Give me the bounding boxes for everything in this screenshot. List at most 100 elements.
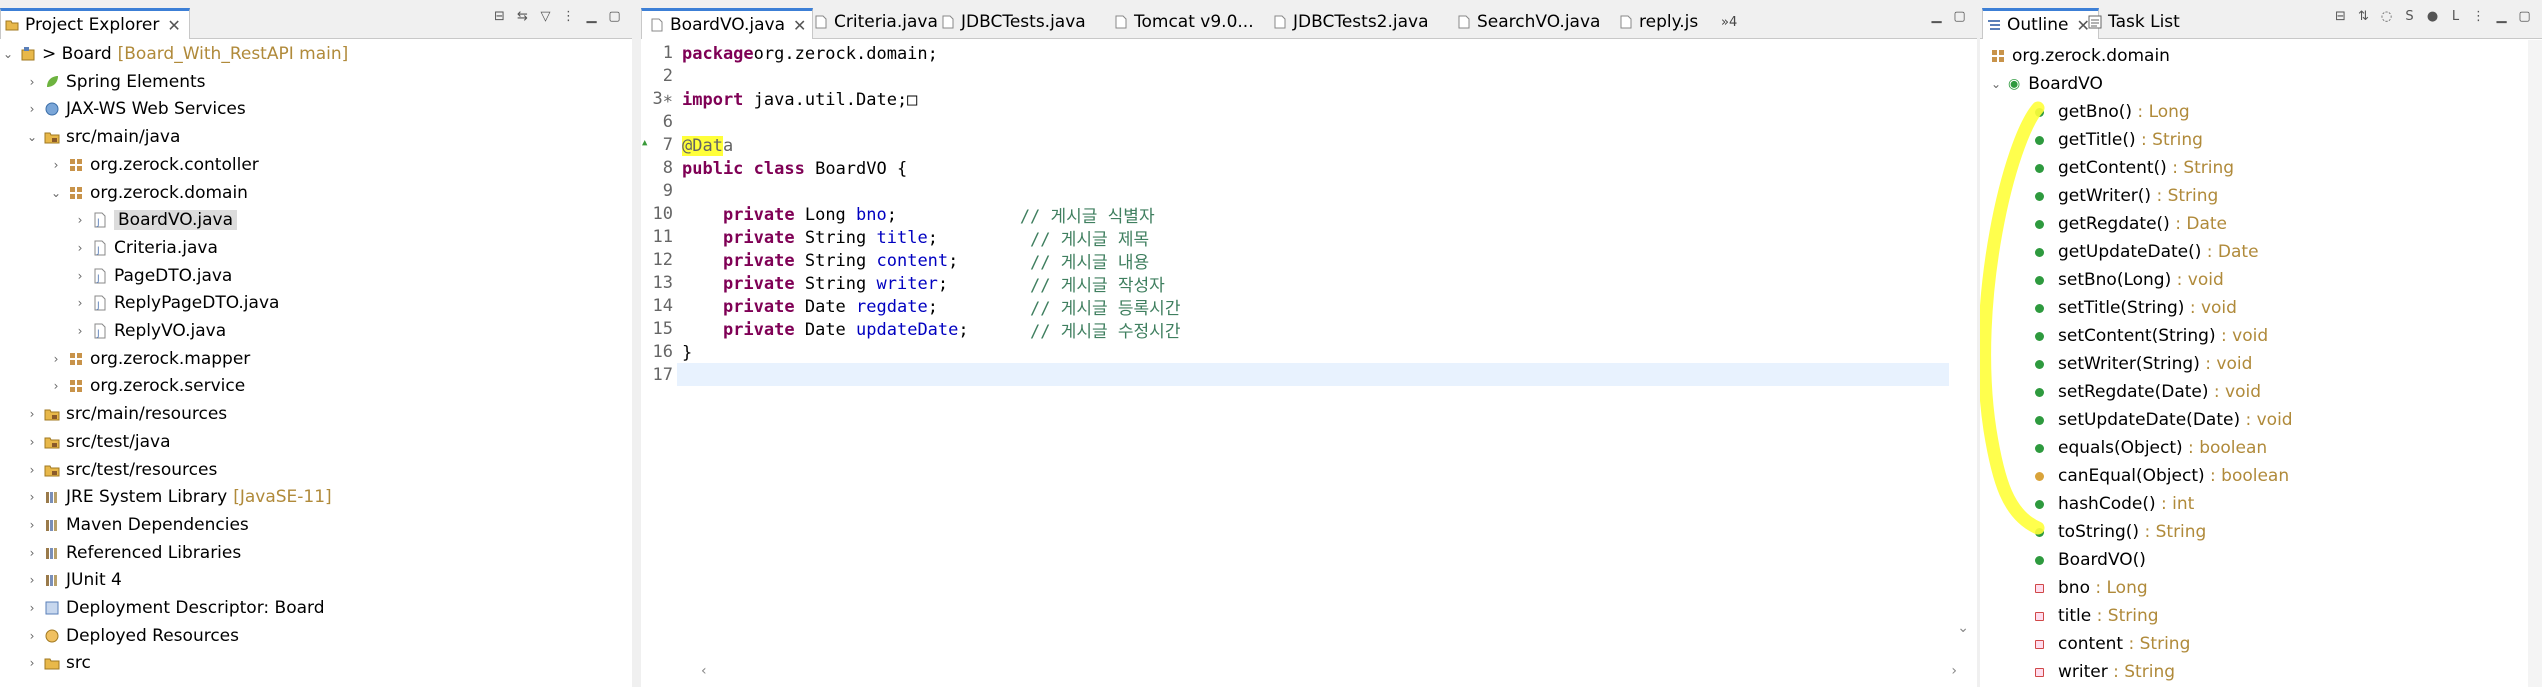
chevron-right-icon[interactable]: › <box>74 213 86 227</box>
minimize-icon[interactable]: ▁ <box>1929 9 1944 24</box>
tree-item[interactable]: ⌄ org.zerock.domain <box>50 179 248 207</box>
hide-fields-icon[interactable]: ◌ <box>2379 9 2394 24</box>
outline-item[interactable]: toString() : String <box>2035 518 2206 546</box>
tree-item[interactable]: ⌄ > Board [Board_With_RestAPI main] <box>2 40 348 68</box>
maximize-icon[interactable]: ▢ <box>2517 9 2532 24</box>
outline-item[interactable]: ⌄ ◉ BoardVO <box>1990 70 2103 98</box>
tree-item[interactable]: › J ReplyPageDTO.java <box>74 289 280 317</box>
link-with-editor-icon[interactable]: ⇆ <box>515 9 530 24</box>
minimize-icon[interactable]: ▁ <box>584 9 599 24</box>
outline-item[interactable]: org.zerock.domain <box>1990 42 2170 70</box>
tree-item[interactable]: › src <box>26 649 91 677</box>
chevron-right-icon[interactable]: › <box>50 352 62 366</box>
editor-tab[interactable]: SearchVO.java <box>1449 8 1606 36</box>
chevron-right-icon[interactable]: › <box>26 435 38 449</box>
tree-item[interactable]: › src/test/resources <box>26 456 218 484</box>
outline-item[interactable]: equals(Object) : boolean <box>2035 434 2267 462</box>
scroll-down-icon[interactable]: ⌄ <box>1957 620 1969 636</box>
tree-item[interactable]: › org.zerock.contoller <box>50 151 259 179</box>
chevron-right-icon[interactable]: › <box>50 379 62 393</box>
horizontal-scrollbar[interactable]: ‹ › <box>701 663 1957 679</box>
editor-tab[interactable]: Tomcat v9.0... <box>1106 8 1260 36</box>
chevron-right-icon[interactable]: › <box>74 324 86 338</box>
outline-item[interactable]: bno : Long <box>2035 574 2148 602</box>
collapse-all-icon[interactable]: ⊟ <box>492 9 507 24</box>
chevron-right-icon[interactable]: › <box>50 158 62 172</box>
tree-item[interactable]: › J BoardVO.java <box>74 206 238 234</box>
outline-item[interactable]: title : String <box>2035 602 2159 630</box>
outline-item[interactable]: getRegdate() : Date <box>2035 210 2227 238</box>
chevron-right-icon[interactable]: › <box>74 269 86 283</box>
outline-item[interactable]: setWriter(String) : void <box>2035 350 2252 378</box>
outline-item[interactable]: setContent(String) : void <box>2035 322 2268 350</box>
tree-item[interactable]: › J ReplyVO.java <box>74 317 227 345</box>
chevron-right-icon[interactable]: › <box>26 656 38 670</box>
view-menu-icon[interactable]: ⋮ <box>2471 9 2486 24</box>
outline-item[interactable]: setRegdate(Date) : void <box>2035 378 2261 406</box>
chevron-right-icon[interactable]: › <box>74 241 86 255</box>
chevron-right-icon[interactable]: › <box>26 75 38 89</box>
collapse-all-icon[interactable]: ⊟ <box>2333 9 2348 24</box>
tree-item[interactable]: › src/main/resources <box>26 400 228 428</box>
close-icon[interactable]: ✕ <box>167 16 180 35</box>
close-icon[interactable]: ✕ <box>793 16 806 35</box>
outline-item[interactable]: hashCode() : int <box>2035 490 2194 518</box>
hide-local-types-icon[interactable]: L <box>2448 9 2463 24</box>
tree-item[interactable]: › J Criteria.java <box>74 234 218 262</box>
chevron-right-icon[interactable]: › <box>26 407 38 421</box>
chevron-right-icon[interactable]: › <box>26 573 38 587</box>
tree-item[interactable]: › JUnit 4 <box>26 566 122 594</box>
tree-item[interactable]: › JRE System Library [JavaSE-11] <box>26 483 332 511</box>
outline-vertical-scrollbar[interactable] <box>2528 40 2542 687</box>
chevron-right-icon[interactable]: › <box>26 490 38 504</box>
chevron-right-icon[interactable]: › <box>26 518 38 532</box>
chevron-down-icon[interactable]: ⌄ <box>26 130 38 144</box>
tree-item[interactable]: › J PageDTO.java <box>74 262 233 290</box>
outline-item[interactable]: BoardVO() <box>2035 546 2146 574</box>
editor-tab[interactable]: JDBCTests2.java <box>1265 8 1435 36</box>
outline-item[interactable]: getWriter() : String <box>2035 182 2218 210</box>
outline-item[interactable]: canEqual(Object) : boolean <box>2035 462 2289 490</box>
editor-tab[interactable]: reply.js <box>1611 8 1704 36</box>
tree-item[interactable]: ⌄ src/main/java <box>26 123 180 151</box>
chevron-right-icon[interactable]: › <box>26 463 38 477</box>
maximize-icon[interactable]: ▢ <box>607 9 622 24</box>
tree-item[interactable]: › JAX-WS Web Services <box>26 95 246 123</box>
maximize-icon[interactable]: ▢ <box>1952 9 1967 24</box>
chevron-right-icon[interactable]: › <box>74 296 86 310</box>
outline-item[interactable]: setUpdateDate(Date) : void <box>2035 406 2293 434</box>
outline-item[interactable]: getTitle() : String <box>2035 126 2203 154</box>
outline-item[interactable]: setTitle(String) : void <box>2035 294 2237 322</box>
filter-icon[interactable]: ▽ <box>538 9 553 24</box>
chevron-down-icon[interactable]: ⌄ <box>2 47 14 61</box>
editor-tab[interactable]: BoardVO.java ✕ <box>641 8 814 39</box>
outline-item[interactable]: content : String <box>2035 630 2190 658</box>
tab-task-list[interactable]: Task List <box>2088 8 2180 36</box>
tree-item[interactable]: › Deployed Resources <box>26 622 239 650</box>
outline-item[interactable]: writer : String <box>2035 658 2175 686</box>
minimize-icon[interactable]: ▁ <box>2494 9 2509 24</box>
tree-item[interactable]: › Referenced Libraries <box>26 539 242 567</box>
tab-project-explorer[interactable]: Project Explorer ✕ <box>0 8 190 39</box>
scroll-right-icon[interactable]: › <box>1951 663 1957 679</box>
tab-overflow[interactable]: »4 <box>1721 8 1737 36</box>
chevron-down-icon[interactable]: ⌄ <box>50 186 62 200</box>
chevron-down-icon[interactable]: ⌄ <box>1990 77 2002 91</box>
tree-item[interactable]: › src/test/java <box>26 428 171 456</box>
tab-outline[interactable]: Outline ✕ <box>1982 8 2099 39</box>
editor-tab[interactable]: Criteria.java <box>806 8 944 36</box>
tree-item[interactable]: › org.zerock.service <box>50 372 246 400</box>
outline-item[interactable]: getUpdateDate() : Date <box>2035 238 2259 266</box>
scroll-left-icon[interactable]: ‹ <box>701 663 707 679</box>
hide-static-icon[interactable]: S <box>2402 9 2417 24</box>
tree-item[interactable]: › Maven Dependencies <box>26 511 249 539</box>
chevron-right-icon[interactable]: › <box>26 102 38 116</box>
sort-icon[interactable]: ⇅ <box>2356 9 2371 24</box>
tree-item[interactable]: › Deployment Descriptor: Board <box>26 594 325 622</box>
outline-item[interactable]: getBno() : Long <box>2035 98 2190 126</box>
editor-tab[interactable]: JDBCTests.java <box>933 8 1092 36</box>
tree-item[interactable]: › org.zerock.mapper <box>50 345 251 373</box>
chevron-right-icon[interactable]: › <box>26 629 38 643</box>
view-menu-icon[interactable]: ⋮ <box>561 9 576 24</box>
tree-item[interactable]: › Spring Elements <box>26 68 206 96</box>
